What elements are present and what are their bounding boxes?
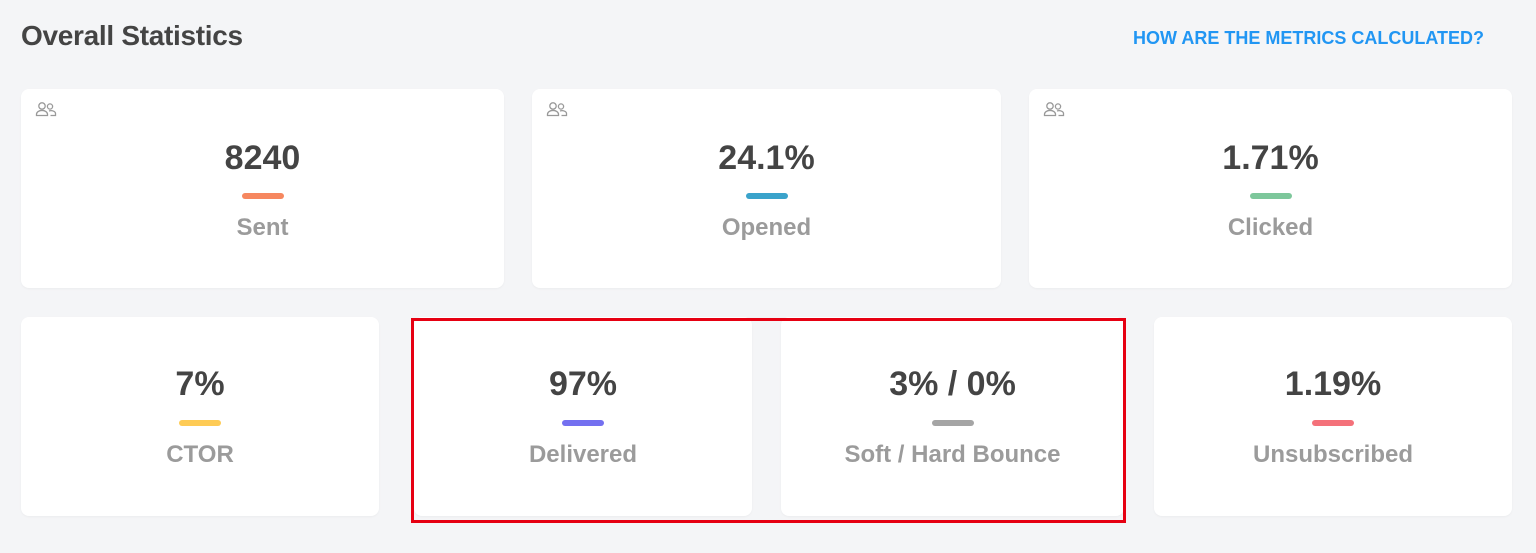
stat-label: Opened bbox=[721, 214, 812, 241]
stat-value: 1.19% bbox=[1284, 365, 1382, 403]
stat-value: 97% bbox=[548, 365, 618, 403]
stat-color-bar bbox=[1249, 193, 1292, 199]
users-icon bbox=[1043, 102, 1065, 117]
metrics-help-link[interactable]: HOW ARE THE METRICS CALCULATED? bbox=[1133, 28, 1484, 49]
stat-color-bar bbox=[1312, 420, 1354, 426]
stat-value: 7% bbox=[175, 365, 225, 403]
stat-label: CTOR bbox=[166, 441, 234, 468]
page-title: Overall Statistics bbox=[21, 20, 243, 51]
stat-card-unsubscribed: 1.19% Unsubscribed bbox=[1154, 317, 1512, 516]
stat-value: 24.1% bbox=[718, 139, 815, 177]
overall-statistics-panel: Overall Statistics HOW ARE THE METRICS C… bbox=[0, 0, 1536, 553]
stat-color-bar bbox=[745, 193, 788, 199]
stat-color-bar bbox=[562, 420, 604, 426]
users-icon bbox=[546, 102, 568, 117]
stat-value: 8240 bbox=[224, 139, 301, 177]
stat-value: 1.71% bbox=[1222, 139, 1319, 177]
stat-color-bar bbox=[241, 193, 284, 199]
stat-color-bar bbox=[179, 420, 221, 426]
stat-card-bounce: 3% / 0% Soft / Hard Bounce bbox=[781, 317, 1124, 516]
users-icon bbox=[35, 102, 57, 117]
stat-value: 3% / 0% bbox=[889, 365, 1016, 403]
stat-color-bar bbox=[931, 420, 974, 426]
stat-card-clicked: 1.71% Clicked bbox=[1029, 89, 1512, 288]
stat-card-sent: 8240 Sent bbox=[21, 89, 504, 288]
stat-label: Unsubscribed bbox=[1252, 441, 1414, 468]
stat-card-ctor: 7% CTOR bbox=[21, 317, 379, 516]
stat-label: Clicked bbox=[1227, 214, 1314, 241]
stat-card-delivered: 97% Delivered bbox=[414, 317, 752, 516]
stat-label: Sent bbox=[236, 214, 289, 241]
stat-label: Delivered bbox=[528, 441, 638, 468]
stat-card-opened: 24.1% Opened bbox=[532, 89, 1001, 288]
stat-label: Soft / Hard Bounce bbox=[844, 441, 1061, 468]
